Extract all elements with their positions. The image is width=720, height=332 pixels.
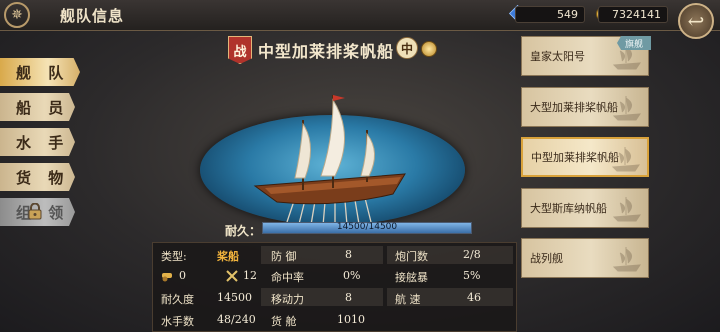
stat-mobility-label: 移动力 [271,293,304,306]
ship-stats-panel: 类型: 桨船 0 12 耐久度 14500 水手数 48/240 防 御 8 命… [152,242,517,332]
stat-durability-label: 耐久度 [161,293,194,306]
swap-ship-icon[interactable] [421,41,437,57]
stat-boarding-value: 5% [463,269,481,282]
tab-locked[interactable]: 组 领 [0,198,75,226]
lock-icon [28,203,42,220]
ship-size-badge: 中 [396,37,418,59]
stat-cargo-label: 货 舱 [271,315,297,328]
top-bar: ✵ 舰队信息 549 7324141 [0,0,720,31]
tab-crew[interactable]: 船 员 [0,93,75,121]
stat-cannon-value: 0 [179,269,186,282]
flagship-tag: 旗舰 [617,36,651,50]
stat-gunports-label: 炮门数 [395,250,428,263]
stat-type-label: 类型: [161,250,187,263]
cannon-icon [162,273,172,282]
ship-silhouette-icon [611,147,640,172]
stat-sailors-label: 水手数 [161,315,194,328]
ship-list-item-name: 战列舰 [530,252,563,265]
gem-count: 549 [515,6,585,23]
ship-silhouette-icon [612,96,641,121]
stat-speed-value: 46 [467,291,481,304]
ship-silhouette-icon [612,247,641,272]
stat-cargo-value: 1010 [337,313,365,326]
ship-name: 中型加莱排桨帆船 [258,42,395,61]
stat-defense-value: 8 [345,248,352,261]
ship-list-item-name: 皇家太阳号 [530,50,585,63]
stat-speed-label: 航 速 [395,293,421,306]
stat-accuracy-label: 命中率 [271,271,304,284]
ship-list-item[interactable]: 战列舰 [521,238,649,278]
stat-durability-value: 14500 [217,291,252,304]
ship-list-item-name: 大型加莱排桨帆船 [530,101,618,114]
gold-count: 7324141 [598,6,668,23]
galley-ship-model-icon [253,95,406,227]
tab-sailors-label: 水 手 [16,133,70,152]
tab-fleet-label: 舰 队 [16,63,70,82]
back-arrow-icon: ↩ [687,9,705,33]
stat-accuracy-value: 0% [343,269,361,282]
stat-defense-label: 防 御 [271,250,297,263]
durability-label: 耐久： [225,224,262,238]
tab-cargo-label: 货 物 [16,168,70,187]
durability-bar: 14500/14500 [262,222,472,234]
stat-mobility-value: 8 [345,291,352,304]
stat-swords-value: 12 [243,269,257,282]
ship-list-item-name: 大型斯库纳帆船 [530,202,607,215]
page-title: 舰队信息 [60,7,125,25]
stat-boarding-label: 接舷暴 [395,271,428,284]
ship-list-item-name: 中型加莱排桨帆船 [531,151,619,164]
ship-list-item[interactable]: 大型斯库纳帆船 [521,188,649,228]
compass-icon[interactable]: ✵ [4,2,30,28]
ship-type-badge: 战 [228,36,252,64]
crossed-swords-icon [226,270,238,282]
durability-text: 14500/14500 [336,222,398,232]
stat-type-value: 桨船 [217,250,239,263]
ship-list-item[interactable]: 大型加莱排桨帆船 [521,87,649,127]
tab-sailors[interactable]: 水 手 [0,128,75,156]
tab-locked-label: 组 领 [16,203,70,222]
ship-list-item-selected[interactable]: 中型加莱排桨帆船 [521,137,649,177]
tab-crew-label: 船 员 [16,98,70,117]
back-button[interactable]: ↩ [678,3,714,39]
tab-fleet[interactable]: 舰 队 [0,58,80,86]
stat-sailors-value: 48/240 [217,313,256,326]
ship-silhouette-icon [612,197,641,222]
stat-gunports-value: 2/8 [463,248,481,261]
tab-cargo[interactable]: 货 物 [0,163,75,191]
